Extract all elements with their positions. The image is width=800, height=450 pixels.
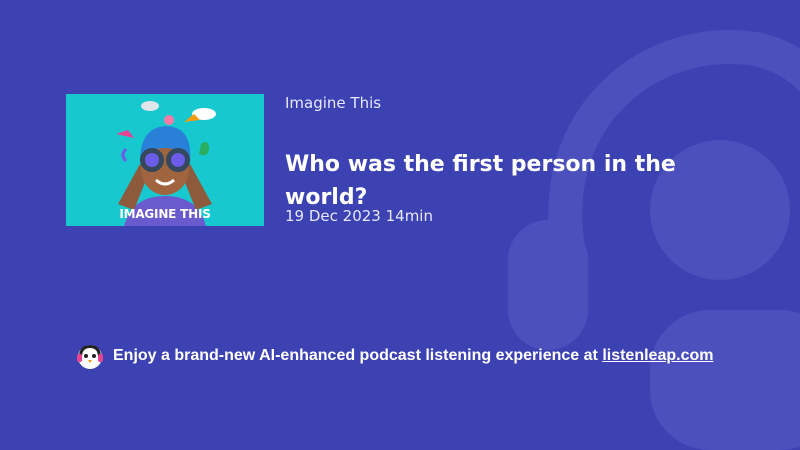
show-name[interactable]: Imagine This xyxy=(285,94,381,112)
episode-date: 19 Dec 2023 xyxy=(285,207,381,225)
promo-banner: Enjoy a brand-new AI-enhanced podcast li… xyxy=(75,341,713,371)
episode-title[interactable]: Who was the first person in the world? xyxy=(285,148,725,214)
background-headphones-logo xyxy=(508,29,800,450)
promo-message: Enjoy a brand-new AI-enhanced podcast li… xyxy=(113,347,598,364)
cover-title-text: IMAGINE THIS xyxy=(119,207,211,221)
listenleap-link[interactable]: listenleap.com xyxy=(602,347,713,364)
episode-meta: 19 Dec 2023 14min xyxy=(285,207,433,225)
penguin-headphones-icon xyxy=(77,345,103,369)
episode-duration: 14min xyxy=(385,207,433,225)
podcast-cover-art[interactable]: IMAGINE THIS xyxy=(66,94,264,226)
promo-text: Enjoy a brand-new AI-enhanced podcast li… xyxy=(113,347,713,365)
